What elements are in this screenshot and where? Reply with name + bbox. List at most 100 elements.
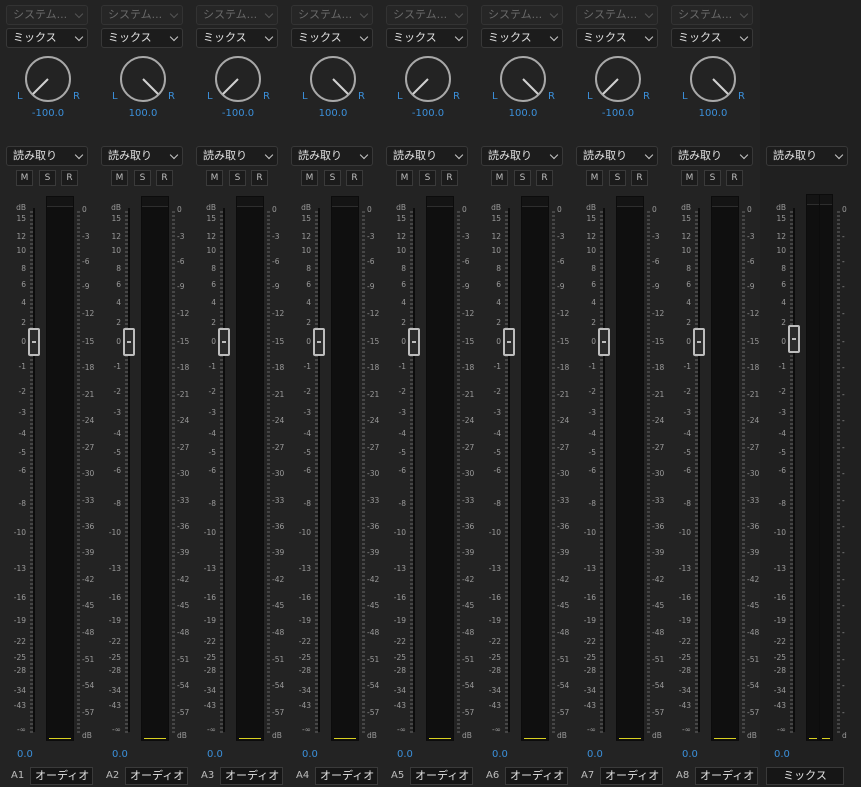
channel-strip: システム... ミックス L R -100.0 読み取り M S RdB 15 12 10 8 6 4 2 0-… [0, 0, 96, 787]
peak-indicator[interactable] [427, 197, 453, 207]
volume-value[interactable]: 0.0 [207, 749, 223, 760]
meter-scale-label: d [842, 731, 847, 740]
track-id: A3 [201, 770, 215, 781]
channel-strip: システム... ミックス L R -100.0 読み取り M S RdB 15 12 10 8 6 4 2 0-… [380, 0, 476, 787]
volume-value[interactable]: 0.0 [302, 749, 318, 760]
volume-fader[interactable] [693, 328, 705, 356]
volume-value[interactable]: 0.0 [397, 749, 413, 760]
meter-level-line [822, 738, 830, 739]
volume-value[interactable]: 0.0 [492, 749, 508, 760]
level-meter [46, 196, 74, 741]
audio-track-mixer: システム... ミックス L R -100.0 読み取り M S RdB 15 12 10 8 6 4 2 0-… [0, 0, 861, 787]
fader-track [223, 208, 225, 732]
track-name-field[interactable]: オーディオ [600, 767, 663, 785]
fader-track [698, 208, 700, 732]
volume-fader[interactable] [408, 328, 420, 356]
peak-indicator[interactable] [617, 197, 643, 207]
meter-level-line [619, 738, 641, 739]
track-id: A6 [486, 770, 500, 781]
meter-scale-label: - [842, 601, 845, 610]
meter-scale-label: - [842, 443, 845, 452]
meter-level-line [239, 738, 261, 739]
track-id: A7 [581, 770, 595, 781]
level-meter [426, 196, 454, 741]
track-id: A1 [11, 770, 25, 781]
volume-value[interactable]: 0.0 [774, 749, 790, 760]
volume-fader[interactable] [313, 328, 325, 356]
track-name-field[interactable]: オーディオ [505, 767, 568, 785]
track-id: A8 [676, 770, 690, 781]
meter-scale-label: - [842, 575, 845, 584]
volume-value[interactable]: 0.0 [17, 749, 33, 760]
track-name-field[interactable]: オーディオ [695, 767, 758, 785]
meter-scale-label: - [842, 309, 845, 318]
peak-indicator[interactable] [332, 197, 358, 207]
meter-level-line [144, 738, 166, 739]
channel-strip: システム... ミックス L R 100.0 読み取り M S RdB 15 12 10 8 6 4 2 0 -1… [95, 0, 191, 787]
peak-indicator[interactable] [47, 197, 73, 207]
peak-indicator[interactable] [522, 197, 548, 207]
meter-scale-label: - [842, 496, 845, 505]
track-name-field[interactable]: オーディオ [220, 767, 283, 785]
volume-fader[interactable] [503, 328, 515, 356]
volume-fader[interactable] [218, 328, 230, 356]
channel-strip: システム... ミックス L R 100.0 読み取り M S RdB 15 12 10 8 6 4 2 0 -1… [665, 0, 761, 787]
meter-scale-label: - [842, 416, 845, 425]
track-name-field[interactable]: ミックス [766, 767, 844, 785]
level-meter-left [806, 194, 820, 741]
meter-level-line [524, 738, 546, 739]
level-meter [141, 196, 169, 741]
channel-strip: システム... ミックス L R 100.0 読み取り M S RdB 15 12 10 8 6 4 2 0 -1… [475, 0, 571, 787]
meter-scale-label: - [842, 390, 845, 399]
track-name-field[interactable]: オーディオ [410, 767, 473, 785]
channel-strip: システム... ミックス L R 100.0 読み取り M S RdB 15 12 10 8 6 4 2 0 -1… [285, 0, 381, 787]
peak-indicator[interactable] [237, 197, 263, 207]
volume-fader[interactable] [598, 328, 610, 356]
level-meter [616, 196, 644, 741]
meter-scale-label: - [842, 257, 845, 266]
track-id: A5 [391, 770, 405, 781]
peak-indicator[interactable] [712, 197, 738, 207]
level-meter [521, 196, 549, 741]
meter-scale-label: - [842, 628, 845, 637]
meter-scale-label: - [842, 232, 845, 241]
volume-fader[interactable] [788, 325, 800, 353]
track-name-field[interactable]: オーディオ [315, 767, 378, 785]
volume-value[interactable]: 0.0 [587, 749, 603, 760]
fader-track [413, 208, 415, 732]
meter-scale-label: - [842, 708, 845, 717]
meter-scale-label: - [842, 522, 845, 531]
peak-indicator[interactable] [142, 197, 168, 207]
level-meter-right [819, 194, 833, 741]
volume-fader[interactable] [28, 328, 40, 356]
volume-value[interactable]: 0.0 [682, 749, 698, 760]
meter-scale-label: - [842, 337, 845, 346]
fader-track [318, 208, 320, 732]
meter-scale-label: - [842, 681, 845, 690]
meter-level-line [714, 738, 736, 739]
peak-indicator[interactable] [820, 195, 832, 205]
meter-level-line [429, 738, 451, 739]
level-meter [236, 196, 264, 741]
meter-level-line [334, 738, 356, 739]
meter-level-line [809, 738, 817, 739]
meter-scale-label: - [842, 469, 845, 478]
peak-indicator[interactable] [807, 195, 819, 205]
master-strip: 読み取り dB 15 12 10 8 6 4 2 0 -1 -2 -3 -4 -5 -6 -8 -10 -13 -16… [760, 0, 861, 787]
fader-track [128, 208, 130, 732]
fader-track [603, 208, 605, 732]
volume-value[interactable]: 0.0 [112, 749, 128, 760]
channel-strip: システム... ミックス L R -100.0 読み取り M S RdB 15 12 10 8 6 4 2 0-… [190, 0, 286, 787]
level-meter [711, 196, 739, 741]
fader-track [793, 208, 795, 732]
level-meter [331, 196, 359, 741]
track-id: A2 [106, 770, 120, 781]
meter-scale-label: - [842, 548, 845, 557]
meter-scale-label: - [842, 655, 845, 664]
volume-fader[interactable] [123, 328, 135, 356]
track-name-field[interactable]: オーディオ [30, 767, 93, 785]
meter-scale-label: - [842, 282, 845, 291]
track-name-field[interactable]: オーディオ [125, 767, 188, 785]
channel-strip: システム... ミックス L R -100.0 読み取り M S RdB 15 12 10 8 6 4 2 0-… [570, 0, 666, 787]
track-id: A4 [296, 770, 310, 781]
